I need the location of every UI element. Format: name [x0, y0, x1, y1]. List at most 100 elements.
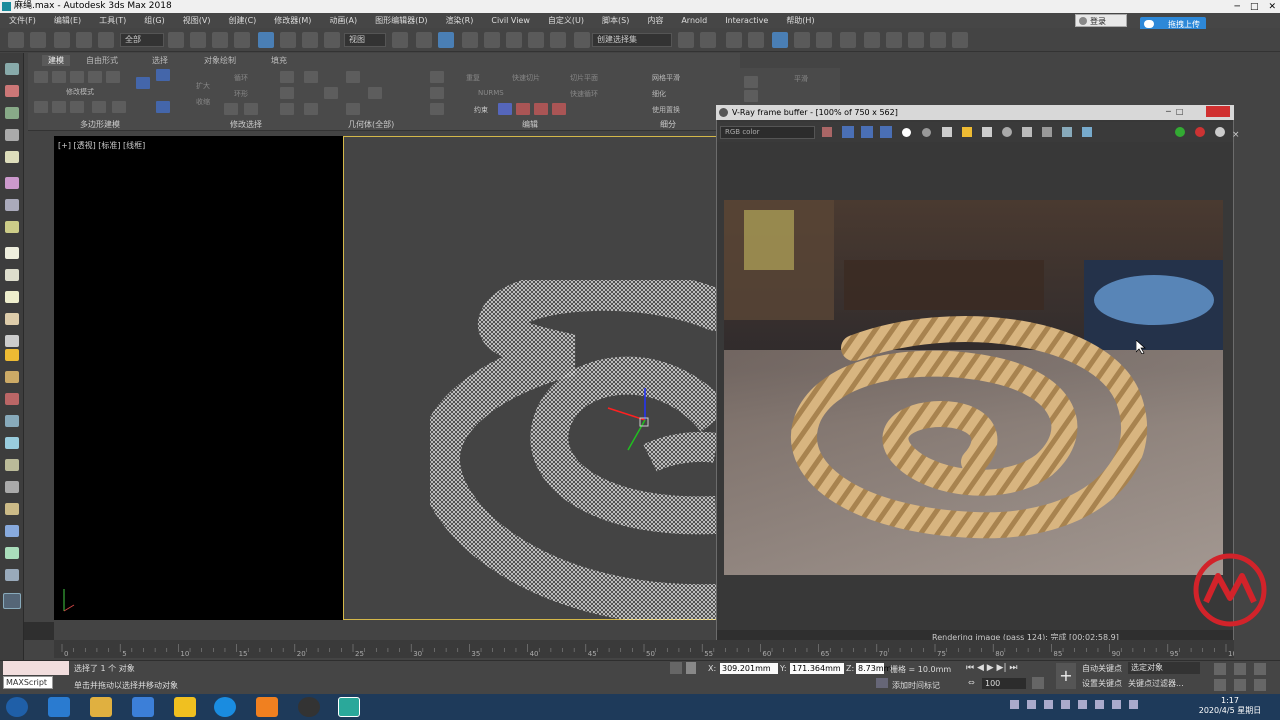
field-of-view-icon[interactable] — [1214, 679, 1226, 691]
rendered-frame-window-icon[interactable] — [886, 32, 902, 48]
tessellate-label[interactable]: 细化 — [652, 89, 666, 99]
rect-selection-icon[interactable] — [212, 32, 228, 48]
undo-icon[interactable] — [8, 32, 24, 48]
link-icon[interactable] — [54, 32, 70, 48]
select-by-name-icon[interactable] — [190, 32, 206, 48]
vertex-icon[interactable] — [52, 71, 66, 83]
modify-mode-icon[interactable] — [34, 71, 48, 83]
app-icon[interactable] — [214, 697, 236, 717]
render-production-icon[interactable] — [908, 32, 924, 48]
select-move-icon[interactable] — [258, 32, 274, 48]
vfb-channel-dropdown[interactable]: RGB color — [720, 126, 815, 139]
rendered-image[interactable] — [724, 200, 1223, 575]
start-button-icon[interactable] — [6, 697, 28, 717]
curve-editor-icon[interactable] — [794, 32, 810, 48]
tray-icon[interactable] — [1044, 700, 1053, 709]
slice-plane-label[interactable]: 切片平面 — [570, 73, 598, 83]
ribbon-tool-icon[interactable] — [744, 76, 758, 88]
toggle-ribbon-icon[interactable] — [772, 32, 788, 48]
reference-coord-dropdown[interactable]: 视图 — [344, 33, 386, 47]
menu-content[interactable]: 内容 — [638, 15, 672, 26]
helper-icon[interactable] — [5, 393, 19, 405]
selection-lock-icon[interactable] — [686, 662, 696, 674]
select-manipulate-icon[interactable] — [416, 32, 432, 48]
polygon-icon[interactable] — [106, 71, 120, 83]
vfb-region-icon[interactable] — [1042, 127, 1052, 137]
globe-icon[interactable] — [5, 525, 19, 537]
menu-modifiers[interactable]: 修改器(M) — [265, 15, 320, 26]
vfb-red-channel-icon[interactable] — [842, 126, 854, 138]
stack-icon[interactable] — [136, 77, 150, 89]
ribbon-tool-icon[interactable] — [430, 71, 444, 83]
menu-graph-editors[interactable]: 图形编辑器(D) — [366, 15, 436, 26]
cone-primitive-icon[interactable] — [5, 269, 19, 281]
vfb-load-image-icon[interactable] — [962, 127, 972, 137]
vfb-close-button[interactable] — [1206, 106, 1230, 117]
login-button[interactable]: 登录 — [1075, 14, 1127, 27]
vfb-mono-icon[interactable] — [922, 128, 931, 137]
tray-icon[interactable] — [1078, 700, 1087, 709]
time-slider[interactable] — [24, 622, 54, 640]
align-icon[interactable] — [700, 32, 716, 48]
motion-panel-icon[interactable] — [5, 129, 19, 141]
tray-icon[interactable] — [1112, 700, 1121, 709]
border-icon[interactable] — [88, 71, 102, 83]
vfb-green-channel-icon[interactable] — [861, 126, 873, 138]
y-coordinate-field[interactable]: 171.364mm — [790, 663, 844, 674]
shrink-label[interactable]: 收缩 — [196, 97, 210, 107]
place-icon[interactable] — [324, 32, 340, 48]
utilities-panel-icon[interactable] — [5, 177, 19, 189]
edit-named-selection-icon[interactable] — [550, 32, 566, 48]
ribbon-tool-icon[interactable] — [744, 90, 758, 102]
ribbon-tool-icon[interactable] — [346, 103, 360, 115]
ribbon-tool-icon[interactable] — [112, 101, 126, 113]
pivot-center-icon[interactable] — [392, 32, 408, 48]
tray-icon[interactable] — [1129, 700, 1138, 709]
render-setup-icon[interactable] — [864, 32, 880, 48]
pan-icon[interactable] — [1234, 679, 1246, 691]
zoom-all-icon[interactable] — [1234, 663, 1246, 675]
redo-icon[interactable] — [30, 32, 46, 48]
timeline-ruler[interactable]: 0 5 10 15 20 25 30 35 40 45 50 55 60 65 70 75 80 85 90 95 10… — [54, 640, 1234, 658]
menu-help[interactable]: 帮助(H) — [777, 15, 823, 26]
a360-gallery-icon[interactable] — [952, 32, 968, 48]
select-scale-icon[interactable] — [302, 32, 318, 48]
hair-icon[interactable] — [5, 547, 19, 559]
quickslice-label[interactable]: 快速切片 — [512, 73, 540, 83]
unlink-icon[interactable] — [76, 32, 92, 48]
tray-icon[interactable] — [1095, 700, 1104, 709]
ribbon-tool-icon[interactable] — [368, 87, 382, 99]
key-mode-icon[interactable]: ⇔ — [968, 678, 975, 687]
app-icon[interactable] — [174, 697, 196, 717]
vfb-history-icon[interactable] — [1062, 127, 1072, 137]
sphere-primitive-icon[interactable] — [5, 291, 19, 303]
x-coordinate-field[interactable]: 309.201mm — [720, 663, 778, 674]
key-target-dropdown[interactable]: 选定对象 — [1128, 662, 1200, 674]
named-selection-dropdown[interactable]: 创建选择集 — [592, 33, 672, 47]
menu-file[interactable]: 文件(F) — [0, 15, 45, 26]
menu-civil-view[interactable]: Civil View — [482, 16, 539, 25]
angle-snap-icon[interactable] — [484, 32, 500, 48]
ribbon-tool-icon[interactable] — [280, 87, 294, 99]
tray-icon[interactable] — [1027, 700, 1036, 709]
element-icon[interactable] — [156, 69, 170, 81]
group-geometry-all[interactable]: 几何体(全部) — [348, 119, 394, 130]
vfb-duplicate-icon[interactable] — [1002, 127, 1012, 137]
show-end-result-icon[interactable] — [156, 101, 170, 113]
z-coordinate-field[interactable]: 8.73mm — [856, 663, 891, 674]
3dsmax-taskbar-icon[interactable] — [338, 697, 360, 717]
ribbon-tool-icon[interactable] — [430, 103, 444, 115]
ribbon-tool-icon[interactable] — [280, 71, 294, 83]
time-config-icon[interactable] — [1032, 677, 1044, 689]
tab-selection[interactable]: 选择 — [152, 55, 168, 66]
nurms-label[interactable]: NURMS — [478, 89, 504, 97]
ribbon-tool-icon[interactable] — [304, 103, 318, 115]
constraint-face-icon[interactable] — [534, 103, 548, 115]
particle-icon[interactable] — [5, 481, 19, 493]
zoom-icon[interactable] — [1214, 663, 1226, 675]
object-paint-icon[interactable] — [5, 569, 19, 581]
selection-filter-dropdown[interactable]: 全部 — [120, 33, 164, 47]
swiftloop-label[interactable]: 快速循环 — [570, 89, 598, 99]
vfb-save-icon[interactable] — [822, 127, 832, 137]
auto-key-button[interactable]: 自动关键点 — [1082, 663, 1122, 674]
